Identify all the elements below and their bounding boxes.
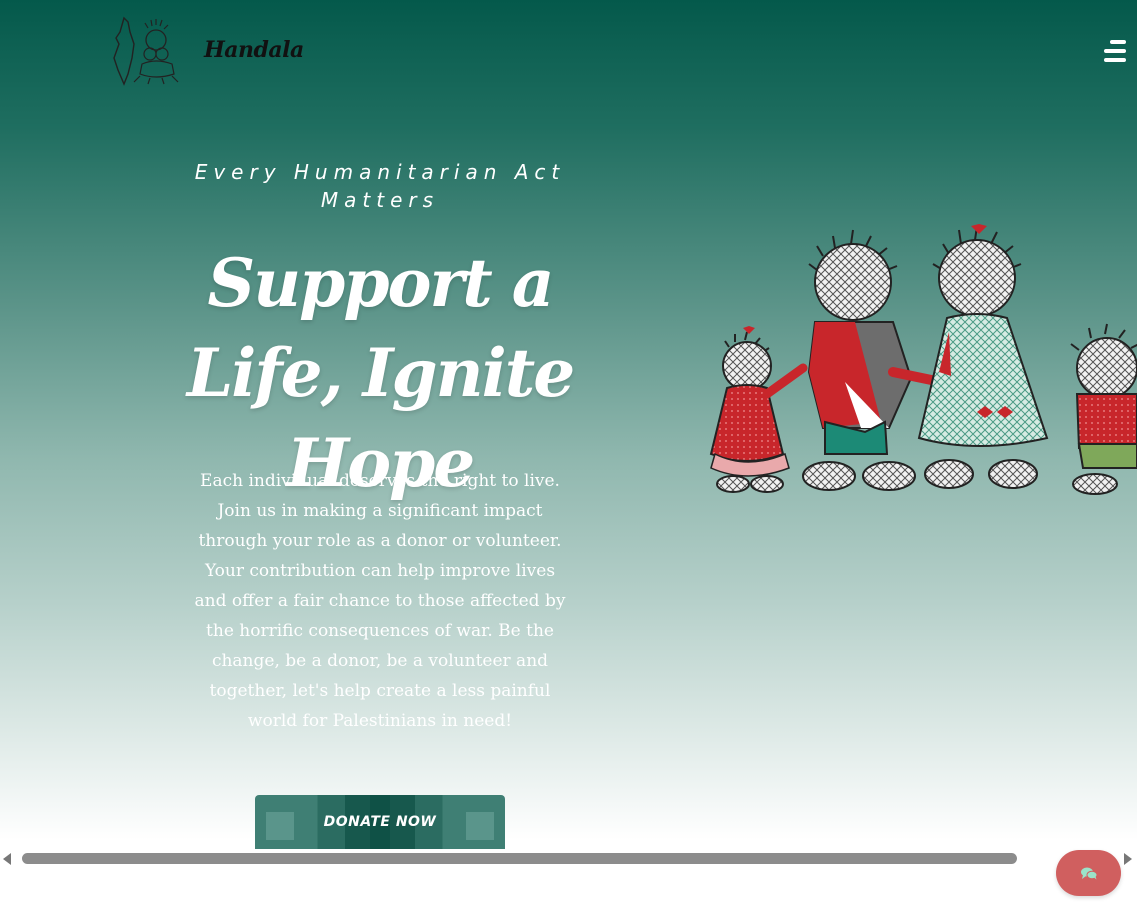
- donate-decoration-left: [266, 812, 294, 840]
- handala-map-logo-icon: [113, 16, 179, 86]
- logo-link[interactable]: Handala: [110, 14, 304, 86]
- donate-label: DONATE NOW: [323, 814, 437, 830]
- scrollbar-thumb[interactable]: [22, 853, 1017, 864]
- scroll-left-arrow-icon[interactable]: [3, 853, 11, 865]
- chat-button[interactable]: [1056, 850, 1121, 896]
- horizontal-scrollbar[interactable]: [0, 849, 1137, 867]
- chat-bubbles-icon: [1080, 867, 1097, 879]
- hero-tagline: Every Humanitarian Act Matters: [194, 160, 566, 212]
- handala-children-illustration: [709, 224, 1137, 495]
- hamburger-menu-icon[interactable]: [1100, 40, 1126, 64]
- donate-now-button[interactable]: DONATE NOW: [255, 795, 505, 849]
- brand-name: Handala: [204, 37, 304, 63]
- hero-description: Each individual deserves the right to li…: [194, 471, 566, 731]
- scroll-right-arrow-icon[interactable]: [1124, 853, 1132, 865]
- donate-decoration-right: [466, 812, 494, 840]
